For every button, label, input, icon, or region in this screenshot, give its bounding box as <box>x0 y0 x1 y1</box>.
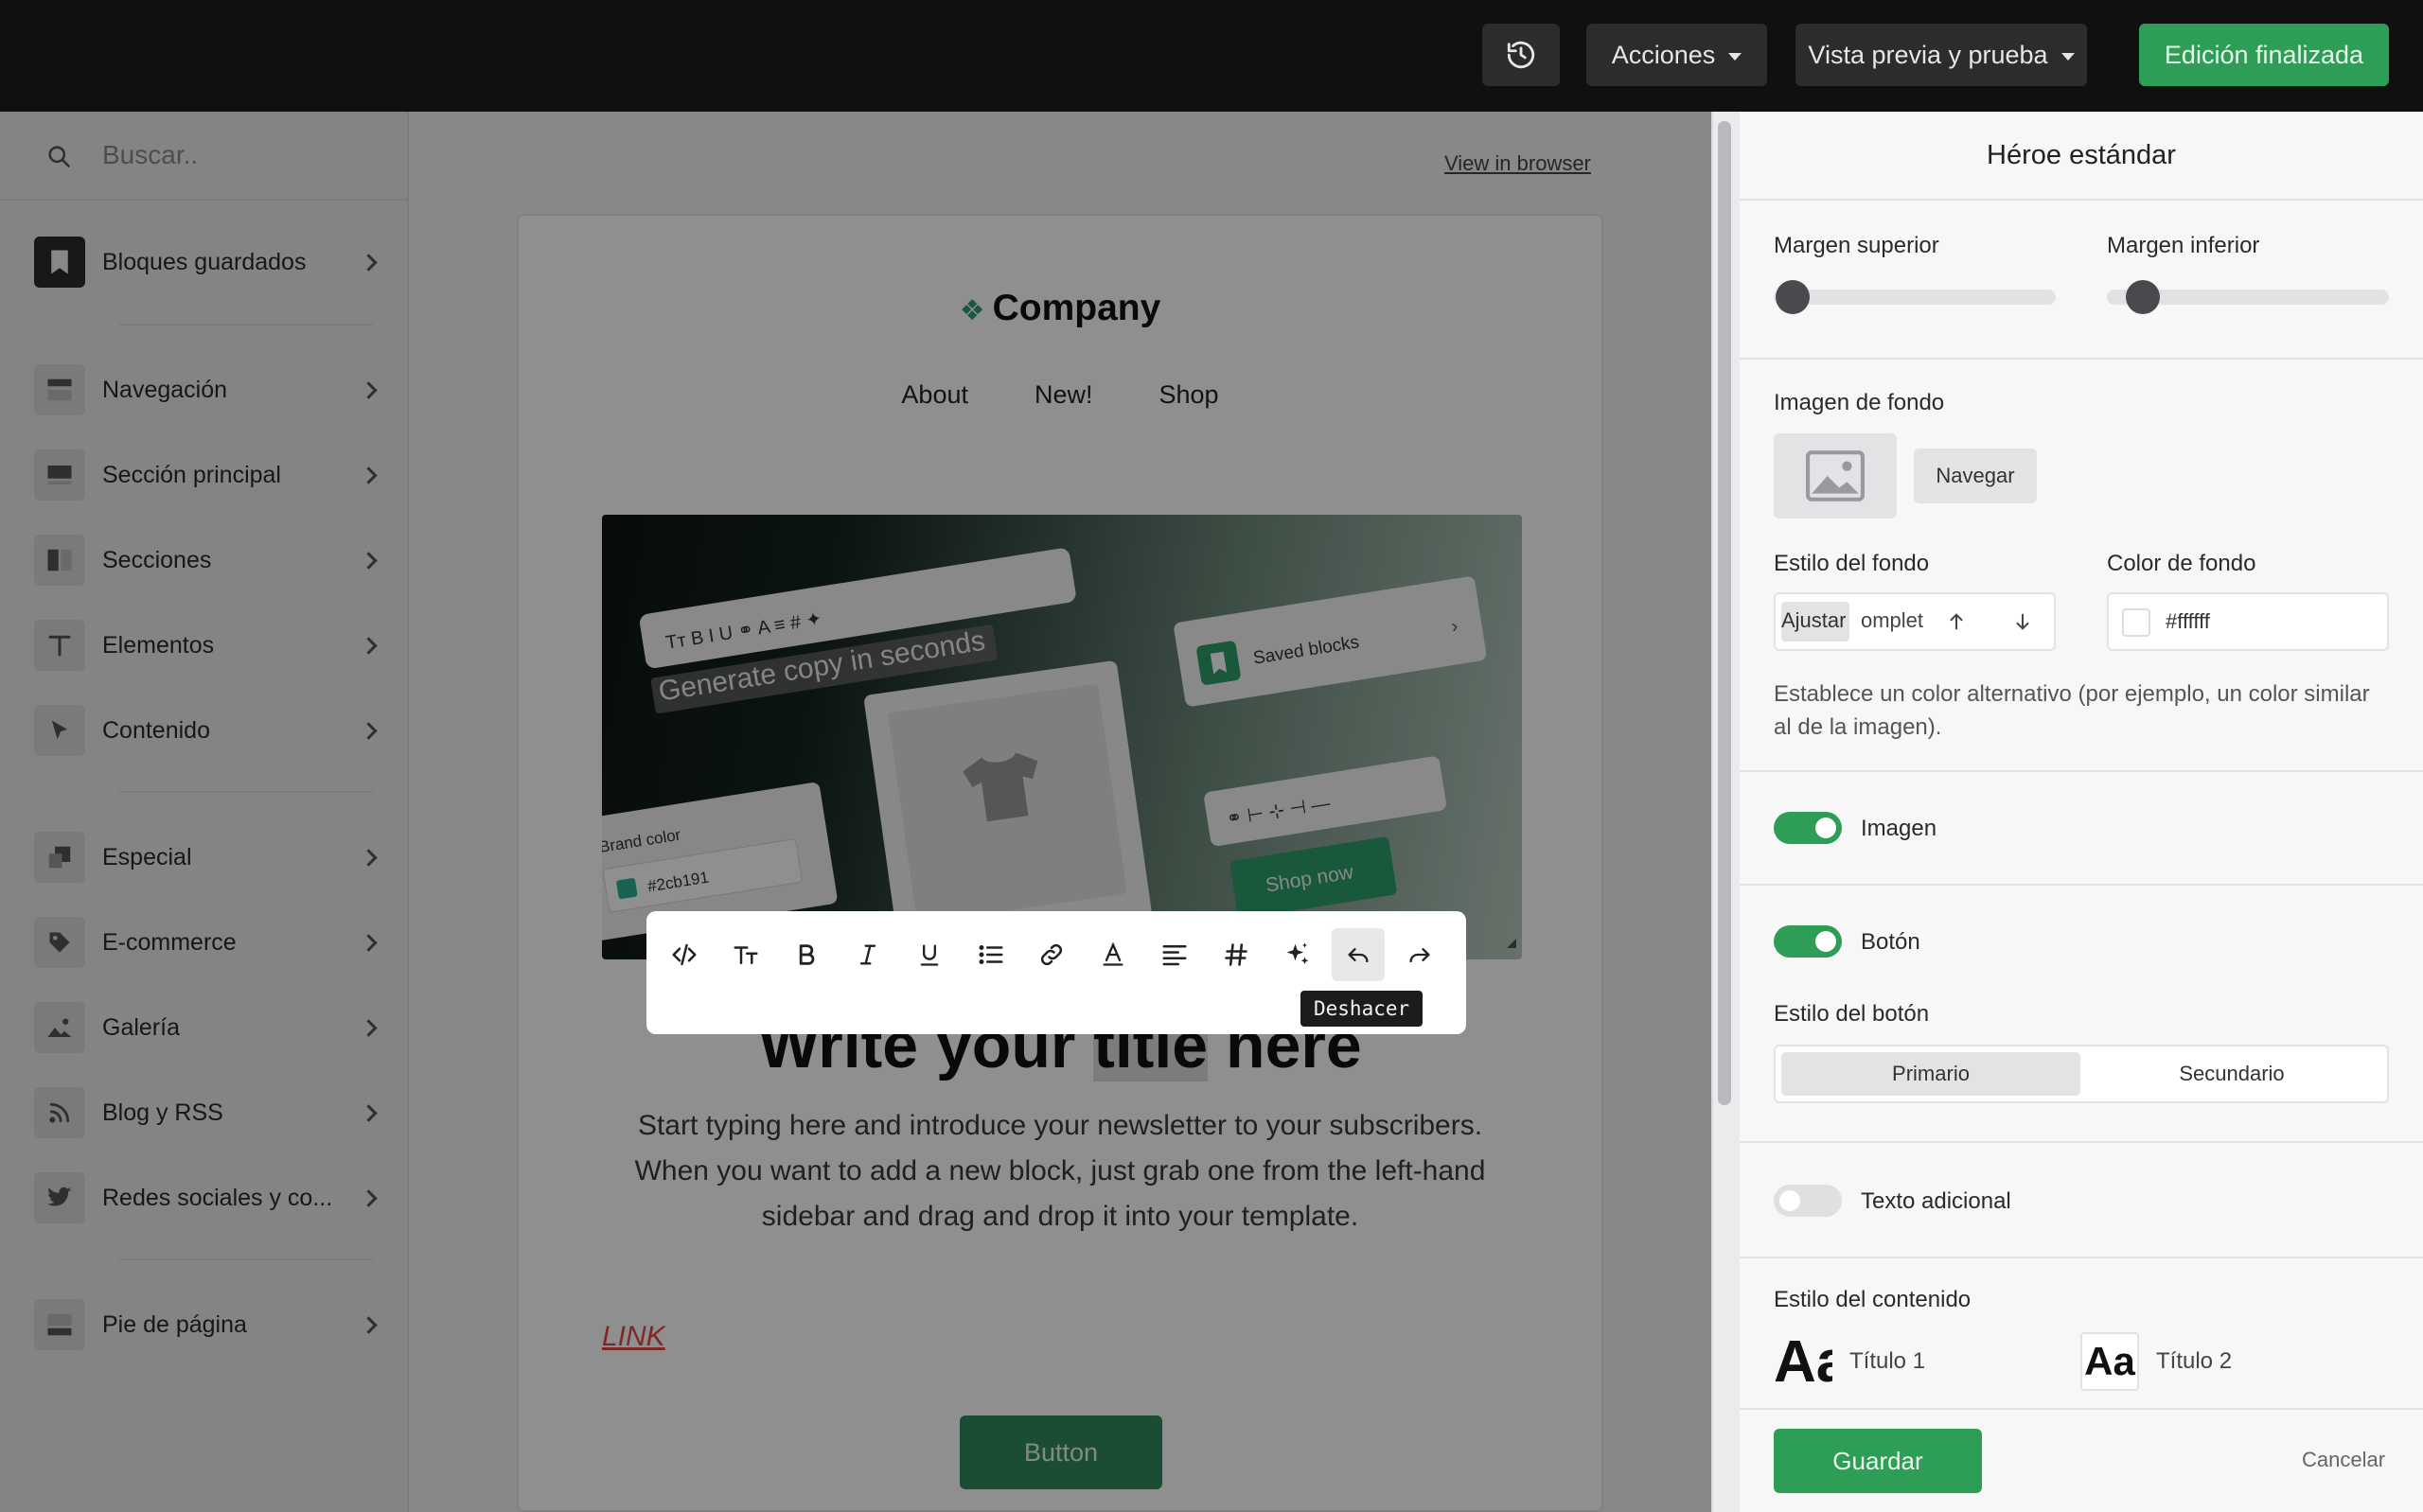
actions-dropdown[interactable]: Acciones <box>1586 24 1767 86</box>
margin-bottom-slider-handle[interactable] <box>2126 280 2160 314</box>
bg-style-overflow-text: omplet <box>1861 608 1924 632</box>
extra-text-label: Texto adicional <box>1861 1188 2011 1214</box>
history-button[interactable] <box>1482 24 1560 86</box>
bg-color-input[interactable]: #ffffff <box>2107 592 2389 651</box>
caret-down-icon <box>2060 52 2075 61</box>
preview-label: Vista previa y prueba <box>1808 40 2048 69</box>
heading2-label[interactable]: Título 2 <box>2156 1348 2232 1375</box>
heading2-sample[interactable]: Aa <box>2080 1332 2139 1391</box>
button-toggle[interactable] <box>1774 925 1842 958</box>
bg-image-label: Imagen de fondo <box>1774 390 1945 415</box>
bg-image-placeholder[interactable] <box>1774 433 1897 519</box>
content-style-label: Estilo del contenido <box>1774 1287 1972 1312</box>
heading1-label[interactable]: Título 1 <box>1849 1348 1925 1375</box>
bg-style-label: Estilo del fondo <box>1774 551 1930 576</box>
redo-icon[interactable] <box>1393 928 1446 981</box>
actions-label: Acciones <box>1611 40 1716 69</box>
bg-color-hint: Establece un color alternativo (por ejem… <box>1774 681 2370 740</box>
underline-icon[interactable] <box>903 928 956 981</box>
image-toggle-label: Imagen <box>1861 816 1937 841</box>
text-size-icon[interactable] <box>719 928 772 981</box>
save-button[interactable]: Guardar <box>1774 1429 1982 1493</box>
panel-title: Héroe estándar <box>1987 140 2176 170</box>
heading1-sample[interactable]: Aa <box>1774 1332 1832 1391</box>
divider <box>1740 358 2423 360</box>
image-placeholder-icon <box>1806 450 1865 501</box>
text-color-icon[interactable] <box>1087 928 1140 981</box>
preview-test-dropdown[interactable]: Vista previa y prueba <box>1795 24 2087 86</box>
settings-panel: Héroe estándar Margen superior Margen in… <box>1740 112 2423 1512</box>
link-icon[interactable] <box>1026 928 1079 981</box>
image-toggle[interactable] <box>1774 812 1842 844</box>
bold-icon[interactable] <box>781 928 834 981</box>
hash-icon[interactable] <box>1210 928 1263 981</box>
margin-top-slider-handle[interactable] <box>1776 280 1810 314</box>
button-style-secondary[interactable]: Secundario <box>2082 1052 2381 1096</box>
button-toggle-label: Botón <box>1861 929 1920 955</box>
margin-top-slider[interactable] <box>1774 290 2056 305</box>
arrow-down-icon[interactable] <box>2012 611 2033 632</box>
italic-icon[interactable] <box>841 928 894 981</box>
margin-top-label: Margen superior <box>1774 233 1939 258</box>
history-icon <box>1507 41 1535 69</box>
bg-style-select[interactable]: Ajustar omplet <box>1774 592 2056 651</box>
ai-sparkle-icon[interactable] <box>1271 928 1324 981</box>
undo-tooltip: Deshacer <box>1300 991 1424 1027</box>
undo-icon[interactable] <box>1332 928 1386 981</box>
extra-text-toggle[interactable] <box>1774 1185 1842 1217</box>
divider <box>1740 1257 2423 1258</box>
divider <box>1740 199 2423 201</box>
top-bar: Acciones Vista previa y prueba Edición f… <box>0 0 2423 112</box>
browse-button[interactable]: Navegar <box>1914 448 2037 503</box>
divider <box>1740 1141 2423 1143</box>
button-style-segmented: Primario Secundario <box>1774 1045 2389 1103</box>
list-icon[interactable] <box>964 928 1017 981</box>
canvas-scroll-thumb[interactable] <box>1718 121 1731 1105</box>
rich-text-toolbar <box>658 923 1455 986</box>
button-style-primary[interactable]: Primario <box>1781 1052 2080 1096</box>
margin-bottom-label: Margen inferior <box>2107 233 2260 258</box>
caret-down-icon <box>1728 52 1742 61</box>
bg-color-value: #ffffff <box>2166 609 2210 633</box>
arrow-up-icon[interactable] <box>1946 611 1967 632</box>
align-icon[interactable] <box>1148 928 1201 981</box>
divider <box>1740 770 2423 772</box>
color-swatch[interactable] <box>2122 608 2150 637</box>
code-icon[interactable] <box>658 928 711 981</box>
bg-style-value: Ajustar <box>1781 608 1847 632</box>
modal-dim-overlay <box>0 112 1711 1512</box>
divider <box>1740 884 2423 886</box>
finish-editing-button[interactable]: Edición finalizada <box>2139 24 2389 86</box>
bg-color-label: Color de fondo <box>2107 551 2256 576</box>
cancel-button[interactable]: Cancelar <box>2302 1448 2385 1472</box>
button-style-label: Estilo del botón <box>1774 1001 1930 1027</box>
